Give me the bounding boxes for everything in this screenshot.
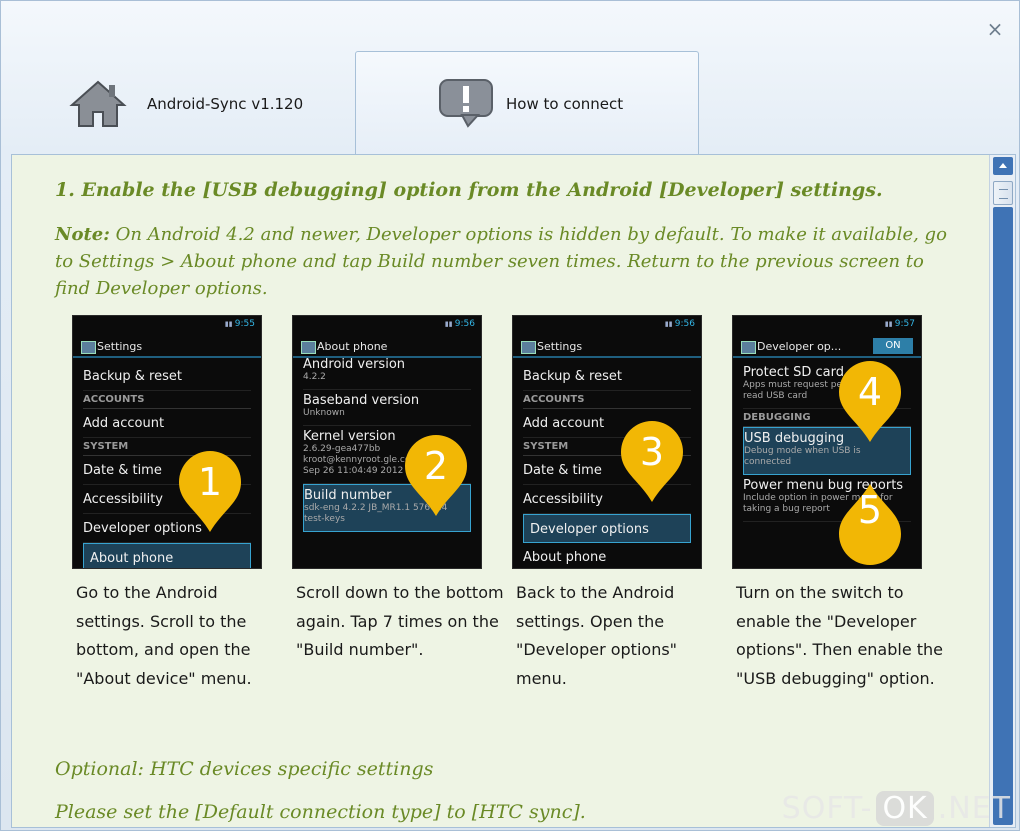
screen-title: Settings	[513, 336, 701, 358]
menu-item: Add account	[83, 409, 251, 438]
step-badge-3: 3	[619, 420, 685, 504]
step-caption: Scroll down to the bottom again. Tap 7 t…	[296, 583, 504, 659]
step-caption: Back to the Android settings. Open the "…	[516, 583, 678, 688]
optional-text: Please set the [Default connection type]…	[55, 801, 586, 823]
menu-item: Backup & reset	[83, 362, 251, 391]
alert-bubble-icon	[439, 79, 493, 128]
menu-item-highlighted: About phone	[83, 543, 251, 568]
tab-how-to-connect[interactable]: How to connect	[355, 51, 699, 155]
home-icon	[69, 80, 127, 127]
status-time: 9:57	[885, 319, 915, 329]
info-row: Baseband version Unknown	[303, 390, 471, 426]
tab-android-sync[interactable]: Android-Sync v1.120	[61, 53, 351, 155]
scroll-thumb[interactable]	[993, 181, 1013, 205]
tab-android-sync-label: Android-Sync v1.120	[147, 95, 304, 113]
badge-number: 4	[857, 370, 883, 414]
optional-title: Optional: HTC devices specific settings	[55, 758, 434, 780]
menu-item-highlighted: Developer options	[523, 514, 691, 543]
watermark-mid: OK	[876, 790, 934, 826]
scroll-up-arrow-icon[interactable]	[993, 157, 1013, 175]
note-paragraph: Note: On Android 4.2 and newer, Develope…	[55, 221, 955, 302]
info-row: Android version 4.2.2	[303, 354, 471, 390]
step-badge-5: 5	[837, 482, 903, 566]
badge-number: 2	[423, 444, 449, 488]
badge-number: 1	[197, 460, 223, 504]
badge-number: 3	[639, 430, 665, 474]
step-caption: Go to the Android settings. Scroll to th…	[76, 583, 252, 688]
screen-title: Settings	[73, 336, 261, 358]
status-time: 9:55	[225, 319, 255, 329]
phone-screenshot-3: 9:56 Settings Backup & reset ACCOUNTS Ad…	[512, 315, 702, 569]
tab-how-to-connect-label: How to connect	[506, 94, 624, 113]
close-button[interactable]: ×	[985, 19, 1005, 39]
watermark-left: SOFT-	[781, 790, 873, 826]
step-badge-4: 4	[837, 360, 903, 444]
menu-item: Backup & reset	[523, 362, 691, 391]
steps-row: 9:55 Settings Backup & reset ACCOUNTS Ad…	[12, 315, 992, 735]
status-time: 9:56	[445, 319, 475, 329]
app-window: × Android-Sync v1.120 How to connect 1. …	[0, 0, 1020, 831]
phone-screenshot-2: 9:56 About phone Android version4.2.2 Ba…	[292, 315, 482, 569]
watermark: SOFT- OK .NET	[782, 790, 1011, 826]
developer-toggle: ON	[873, 338, 913, 354]
step-badge-1: 1	[177, 450, 243, 534]
phone-screenshot-4: 9:57 Developer op... ON Protect SD cardA…	[732, 315, 922, 569]
scroll-track[interactable]	[993, 207, 1013, 825]
note-label: Note:	[55, 224, 110, 245]
phone-screenshot-1: 9:55 Settings Backup & reset ACCOUNTS Ad…	[72, 315, 262, 569]
badge-number: 5	[857, 488, 883, 532]
vertical-scrollbar[interactable]	[989, 155, 1015, 827]
menu-item: About phone	[523, 543, 691, 568]
menu-section: ACCOUNTS	[523, 391, 691, 409]
note-text: On Android 4.2 and newer, Developer opti…	[55, 224, 947, 299]
watermark-right: .NET	[937, 790, 1011, 826]
step-badge-2: 2	[403, 434, 469, 518]
step-heading: 1. Enable the [USB debugging] option fro…	[55, 179, 883, 201]
instructions-panel: 1. Enable the [USB debugging] option fro…	[11, 154, 1016, 828]
step-caption: Turn on the switch to enable the "Develo…	[736, 583, 944, 688]
status-time: 9:56	[665, 319, 695, 329]
menu-section: ACCOUNTS	[83, 391, 251, 409]
